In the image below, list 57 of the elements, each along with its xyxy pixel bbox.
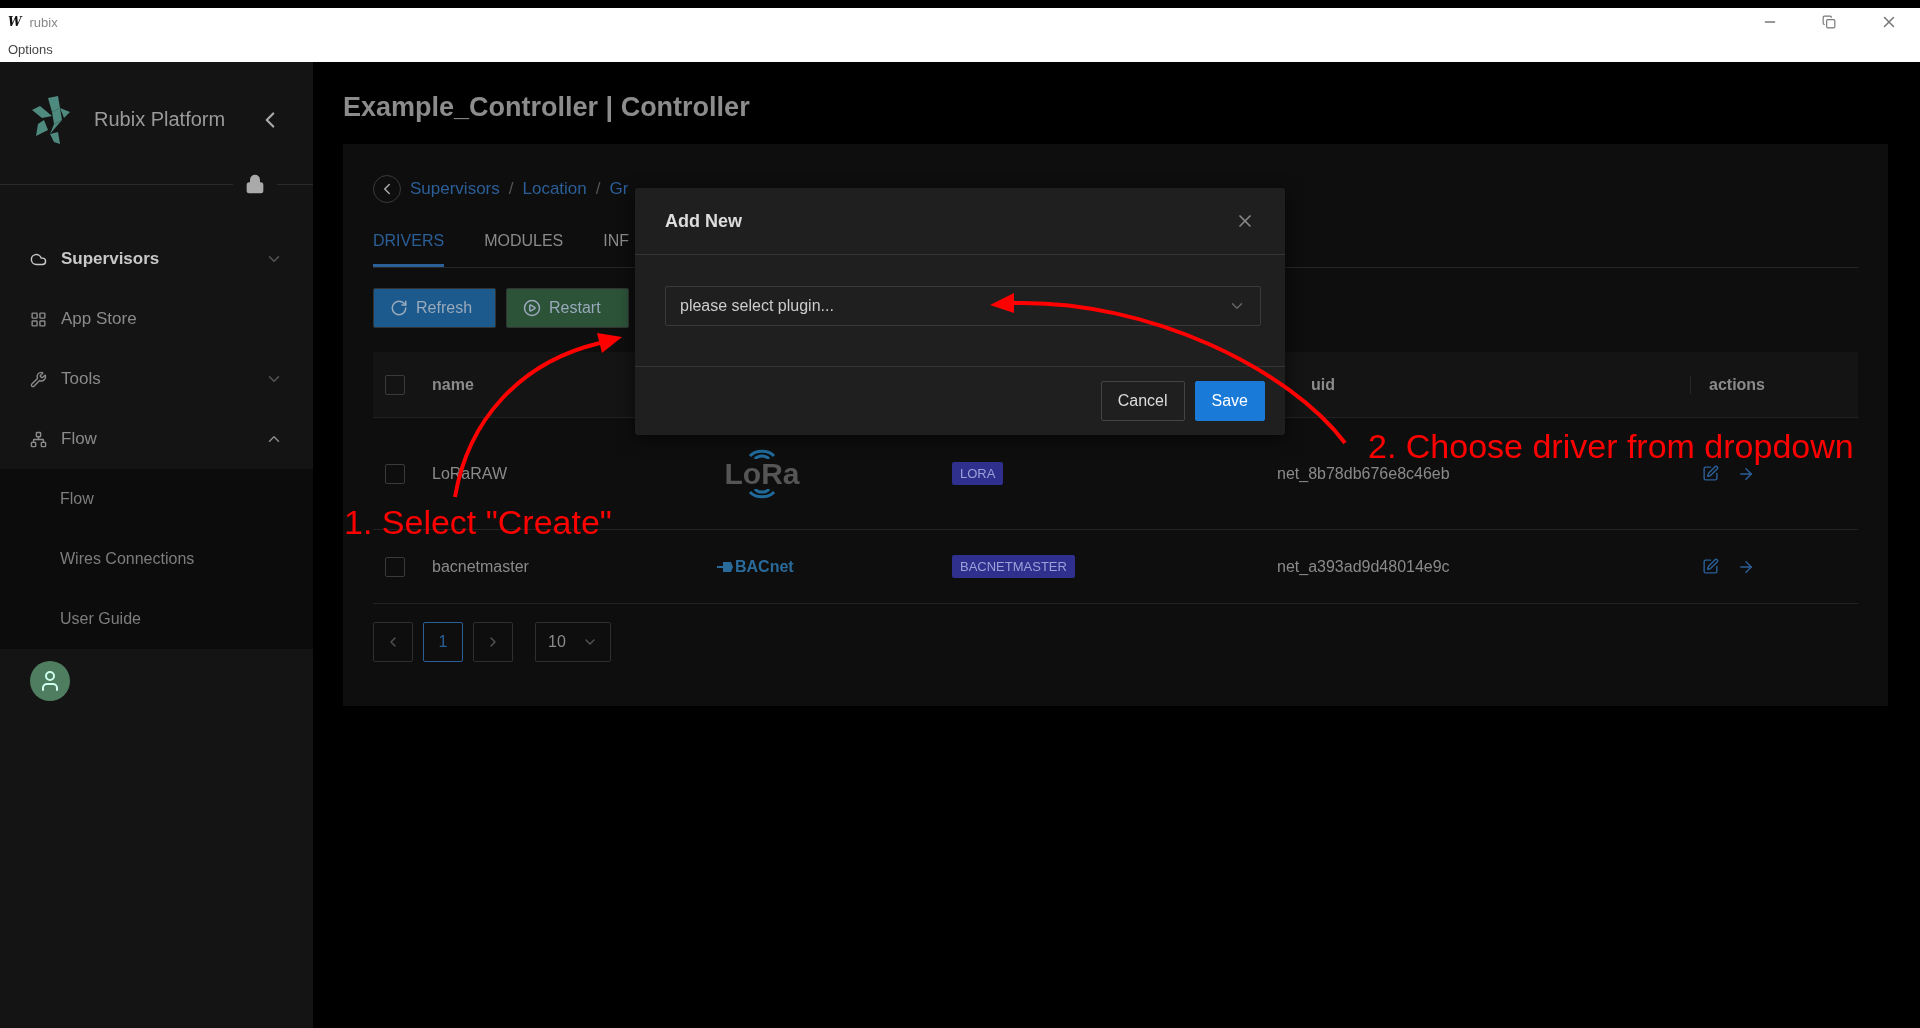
cancel-button[interactable]: Cancel	[1100, 381, 1185, 421]
refresh-icon	[390, 299, 408, 317]
driver-tag: LORA	[952, 462, 1004, 485]
frog-logo-icon	[30, 93, 72, 146]
sidebar-item[interactable]: App Store	[0, 289, 313, 349]
breadcrumb-link[interactable]: Supervisors	[410, 179, 500, 199]
table-cell-text: bacnetmaster	[431, 557, 530, 576]
row-checkbox[interactable]	[385, 556, 405, 577]
nav-icon	[30, 370, 47, 388]
signal-waves-icon	[748, 447, 776, 459]
sidebar-item[interactable]: Tools	[0, 349, 313, 409]
lora-logo: LoRa	[724, 458, 800, 489]
table-cell-text: net_a393ad9d48014e9c	[1276, 557, 1451, 576]
play-icon	[523, 299, 541, 317]
tab[interactable]: MODULES	[484, 226, 564, 267]
page-title: Example_Controller | Controller	[343, 91, 751, 124]
page-button[interactable]: 1	[423, 622, 463, 662]
annotation-text: 2. Choose driver from dropdown	[1368, 428, 1854, 466]
save-button[interactable]: Save	[1194, 381, 1265, 421]
app-icon: W	[8, 15, 22, 29]
nav-icon	[30, 430, 47, 448]
breadcrumb-separator: /	[508, 179, 514, 199]
column-header: actions	[1690, 375, 1858, 394]
sidebar-subitem[interactable]: Wires Connections	[0, 529, 313, 589]
window-title: rubix	[29, 14, 58, 30]
page-size-select[interactable]: 10	[535, 622, 611, 662]
brand-name: Rubix Platform	[94, 108, 227, 131]
edit-icon[interactable]	[1702, 557, 1719, 576]
column-header: name	[431, 375, 475, 394]
restart-button[interactable]: Restart	[506, 288, 629, 328]
dialog-title: Add New	[665, 210, 743, 232]
sidebar-item[interactable]: Flow	[0, 409, 313, 469]
row-checkbox[interactable]	[385, 463, 405, 484]
network-node-icon	[717, 560, 733, 573]
select-all-checkbox[interactable]	[385, 374, 405, 395]
tab[interactable]: INF	[603, 226, 630, 267]
menu-item[interactable]: Options	[8, 41, 53, 57]
nav-icon	[30, 310, 47, 328]
table-cell-text: net_8b78db676e8c46eb	[1276, 464, 1451, 483]
bacnet-logo: BACnet	[735, 557, 794, 576]
breadcrumb-link[interactable]: Gr	[609, 179, 629, 199]
sidebar-subitem[interactable]: Flow	[0, 469, 313, 529]
annotation-text: 1. Select "Create"	[344, 504, 612, 542]
avatar-icon[interactable]	[30, 661, 70, 701]
breadcrumb-separator: /	[595, 179, 601, 199]
refresh-button[interactable]: Refresh	[373, 288, 496, 328]
edit-icon[interactable]	[1702, 464, 1719, 483]
tab[interactable]: DRIVERS	[373, 226, 445, 267]
breadcrumb-link[interactable]: Location	[522, 179, 587, 199]
restore-icon[interactable]	[1822, 15, 1836, 29]
sidebar-item[interactable]: Supervisors	[0, 229, 313, 289]
column-header: uid	[1310, 375, 1336, 394]
driver-tag: BACNETMASTER	[952, 555, 1075, 578]
sidebar-subitem[interactable]: User Guide	[0, 589, 313, 649]
plugin-select[interactable]: please select plugin...	[665, 286, 1261, 326]
lock-icon[interactable]	[245, 174, 265, 194]
signal-waves-icon	[748, 488, 776, 500]
